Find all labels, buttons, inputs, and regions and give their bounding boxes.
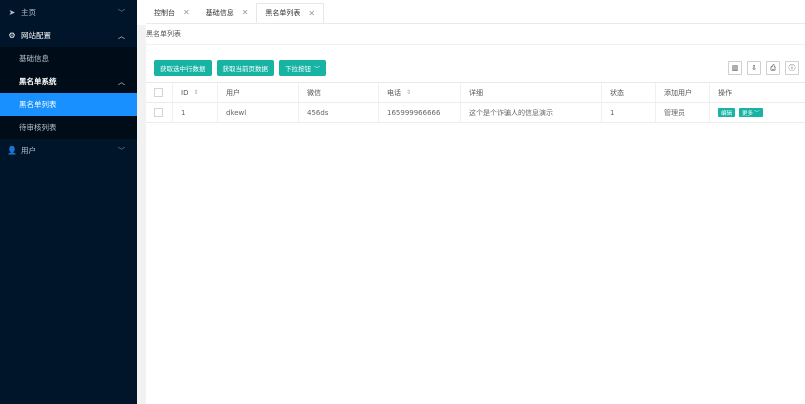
chevron-down-icon: ﹀ xyxy=(118,147,125,155)
close-icon[interactable]: ✕ xyxy=(183,8,190,17)
column-header-status: 状态 xyxy=(602,83,656,102)
user-icon: 👤 xyxy=(7,146,17,155)
sidebar-item-label: 黑名单列表 xyxy=(19,100,57,109)
print-icon[interactable]: ⎙ xyxy=(766,61,780,75)
column-header-label: 状态 xyxy=(610,88,624,97)
column-header-label: ID xyxy=(181,88,189,97)
close-icon[interactable]: ✕ xyxy=(242,8,249,17)
sidebar-item-home[interactable]: ➤ 主页 ﹀ xyxy=(0,1,137,24)
sidebar-item-label: 网站配置 xyxy=(21,31,51,40)
blacklist-table: ID ⇕ 用户 微信 电话 ⇕ 详细 状态 添加用户 操作 1 dkewl 45… xyxy=(146,82,805,123)
header-checkbox-cell xyxy=(146,83,173,102)
chevron-up-icon: ︿ xyxy=(118,78,125,86)
chevron-down-icon: ﹀ xyxy=(118,9,125,17)
tab-console[interactable]: 控制台 ✕ xyxy=(146,3,198,23)
cell-phone: 165999966666 xyxy=(379,103,461,122)
column-header-label: 添加用户 xyxy=(664,88,692,97)
chevron-down-icon: ﹀ xyxy=(754,110,760,117)
more-button-label: 更多 xyxy=(742,110,754,117)
breadcrumb: 黑名单列表 xyxy=(146,30,181,38)
tab-label: 基础信息 xyxy=(205,8,234,17)
column-header-wechat: 微信 xyxy=(299,83,379,102)
send-icon: ➤ xyxy=(8,8,16,17)
tab-label: 控制台 xyxy=(154,8,175,17)
columns-icon[interactable]: ▥ xyxy=(728,61,742,75)
column-header-actions: 操作 xyxy=(710,83,805,102)
row-checkbox[interactable] xyxy=(154,108,163,117)
cell-user: dkewl xyxy=(218,103,299,122)
sort-icon[interactable]: ⇕ xyxy=(406,89,411,96)
cell-detail: 这个是个诈骗人的信息演示 xyxy=(461,103,602,122)
close-icon[interactable]: ✕ xyxy=(308,9,315,18)
tab-label: 黑名单列表 xyxy=(265,9,301,17)
content-left-strip xyxy=(137,25,146,404)
submenu-site-config: 基础信息 黑名单系统 ︿ 黑名单列表 待审核列表 xyxy=(0,47,137,139)
column-header-added-by: 添加用户 xyxy=(656,83,710,102)
sidebar-item-label: 待审核列表 xyxy=(19,123,57,132)
column-header-label: 详细 xyxy=(469,88,483,97)
export-icon[interactable]: ⇩ xyxy=(747,61,761,75)
select-all-checkbox[interactable] xyxy=(154,88,163,97)
tab-basic-info[interactable]: 基础信息 ✕ xyxy=(198,3,257,23)
cell-actions: 编辑 更多 ﹀ xyxy=(710,103,805,122)
sidebar-item-label: 主页 xyxy=(21,8,36,17)
gear-icon: ⚙ xyxy=(8,31,16,40)
chevron-up-icon: ︿ xyxy=(118,32,125,40)
column-header-id[interactable]: ID ⇕ xyxy=(173,83,218,102)
dropdown-button-label: 下拉按钮 xyxy=(285,65,311,73)
sidebar-item-label: 基础信息 xyxy=(19,54,49,63)
table-toolbar: 获取选中行数据 获取当前页数据 下拉按钮 ﹀ xyxy=(154,60,327,76)
cell-id: 1 xyxy=(173,103,218,122)
column-header-label: 微信 xyxy=(307,88,321,97)
more-button[interactable]: 更多 ﹀ xyxy=(739,108,763,117)
sort-icon[interactable]: ⇕ xyxy=(193,89,198,96)
sidebar-item-label: 用户 xyxy=(21,146,36,155)
sidebar-item-blacklist-system[interactable]: 黑名单系统 ︿ xyxy=(0,70,137,93)
sidebar-item-basic-info[interactable]: 基础信息 xyxy=(0,47,137,70)
get-selected-rows-button[interactable]: 获取选中行数据 xyxy=(154,60,212,76)
header-divider xyxy=(146,44,805,45)
tab-bar: 控制台 ✕ 基础信息 ✕ 黑名单列表 ✕ xyxy=(146,3,325,23)
tab-divider xyxy=(146,23,805,24)
column-header-detail: 详细 xyxy=(461,83,602,102)
table-row: 1 dkewl 456ds 165999966666 这个是个诈骗人的信息演示 … xyxy=(146,103,805,123)
get-current-page-button[interactable]: 获取当前页数据 xyxy=(216,60,274,76)
chevron-down-icon: ﹀ xyxy=(314,65,321,73)
table-tools: ▥ ⇩ ⎙ ⓘ xyxy=(728,61,799,75)
dropdown-button[interactable]: 下拉按钮 ﹀ xyxy=(279,60,327,76)
column-header-label: 电话 xyxy=(387,88,401,97)
column-header-user: 用户 xyxy=(218,83,299,102)
sidebar-item-site-config[interactable]: ⚙ 网站配置 ︿ xyxy=(0,24,137,47)
sidebar-item-users[interactable]: 👤 用户 ﹀ xyxy=(0,139,137,162)
sidebar-item-pending-list[interactable]: 待审核列表 xyxy=(0,116,137,139)
sidebar: ➤ 主页 ﹀ ⚙ 网站配置 ︿ 基础信息 黑名单系统 ︿ 黑名单列表 待审核列表… xyxy=(0,0,137,404)
edit-button[interactable]: 编辑 xyxy=(718,108,736,117)
column-header-phone[interactable]: 电话 ⇕ xyxy=(379,83,461,102)
table-header-row: ID ⇕ 用户 微信 电话 ⇕ 详细 状态 添加用户 操作 xyxy=(146,83,805,103)
main-content: 控制台 ✕ 基础信息 ✕ 黑名单列表 ✕ 黑名单列表 获取选中行数据 获取当前页… xyxy=(137,0,805,404)
row-checkbox-cell xyxy=(146,103,173,122)
cell-added-by: 管理员 xyxy=(656,103,710,122)
tab-blacklist-list[interactable]: 黑名单列表 ✕ xyxy=(256,3,325,23)
sidebar-item-label: 黑名单系统 xyxy=(19,77,57,86)
column-header-label: 操作 xyxy=(718,88,732,97)
column-header-label: 用户 xyxy=(226,88,240,97)
info-icon[interactable]: ⓘ xyxy=(785,61,799,75)
sidebar-item-blacklist-list[interactable]: 黑名单列表 xyxy=(0,93,137,116)
cell-wechat: 456ds xyxy=(299,103,379,122)
cell-status: 1 xyxy=(602,103,656,122)
